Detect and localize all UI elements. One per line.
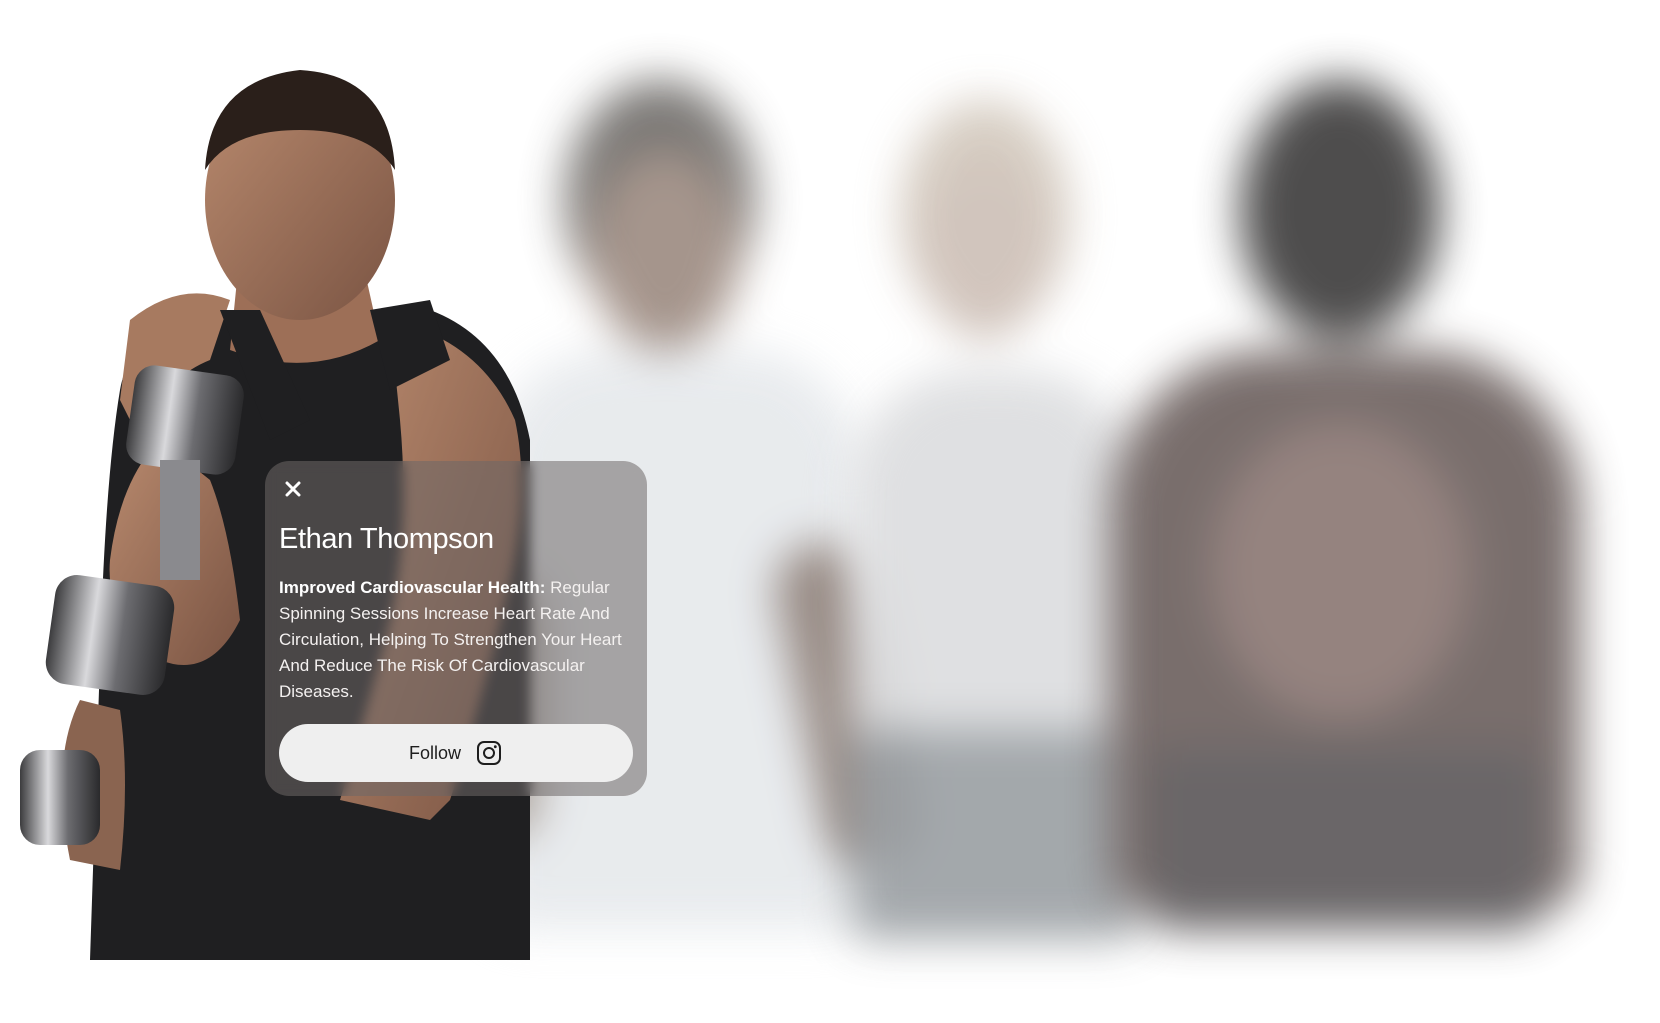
instagram-icon xyxy=(475,739,503,767)
follow-button[interactable]: Follow xyxy=(279,724,633,782)
trainer-info-card: Ethan Thompson Improved Cardiovascular H… xyxy=(265,461,647,796)
close-icon xyxy=(285,481,301,497)
close-button[interactable] xyxy=(279,475,307,503)
trainer-showcase: Ethan Thompson Improved Cardiovascular H… xyxy=(0,0,1660,1023)
trainer-name: Ethan Thompson xyxy=(279,523,494,555)
trainer-description: Improved Cardiovascular Health: Regular … xyxy=(279,575,629,705)
description-title: Improved Cardiovascular Health: xyxy=(279,578,546,597)
follow-label: Follow xyxy=(408,742,461,763)
trainer-photo-blurred[interactable] xyxy=(1080,60,1600,960)
